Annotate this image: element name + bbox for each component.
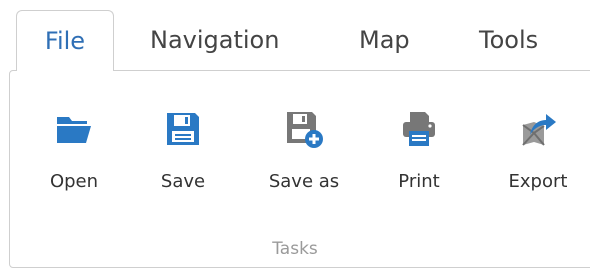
tab-file[interactable]: File: [16, 10, 114, 71]
save-as-button[interactable]: Save as: [259, 109, 349, 219]
tab-map[interactable]: Map: [359, 10, 410, 70]
open-button[interactable]: Open: [29, 109, 119, 219]
floppy-disk-icon: [163, 109, 203, 149]
save-as-icon: [284, 109, 324, 149]
save-label: Save: [160, 171, 206, 192]
tab-tools[interactable]: Tools: [479, 10, 538, 70]
folder-open-icon: [54, 109, 94, 149]
print-button[interactable]: Print: [374, 109, 464, 219]
export-icon: [518, 109, 558, 149]
ribbon-panel: Open Save Save as Print Export Tasks: [9, 70, 590, 268]
ribbon-group-label: Tasks: [272, 239, 318, 259]
save-as-label: Save as: [268, 171, 340, 192]
save-button[interactable]: Save: [138, 109, 228, 219]
open-label: Open: [49, 171, 99, 192]
printer-icon: [399, 109, 439, 149]
export-button[interactable]: Export: [493, 109, 583, 219]
tab-navigation[interactable]: Navigation: [150, 10, 279, 70]
export-label: Export: [508, 171, 568, 192]
ribbon-tab-bar: File Navigation Map Tools: [0, 0, 590, 71]
print-label: Print: [398, 171, 440, 192]
